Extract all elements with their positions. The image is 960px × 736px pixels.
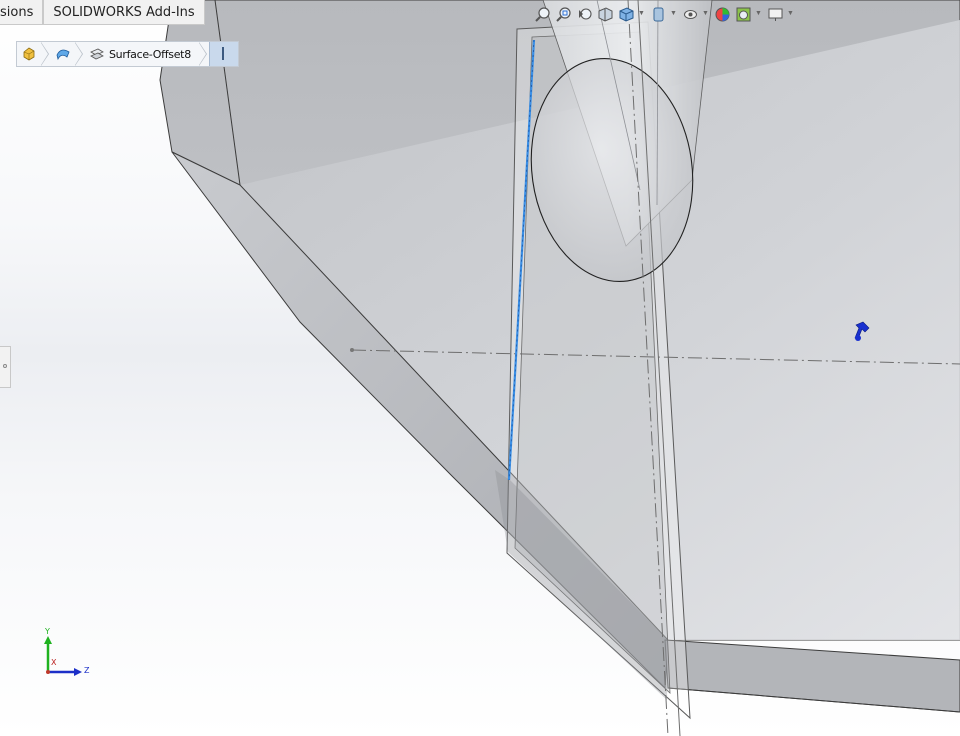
hide-show-items-icon[interactable]: [681, 4, 699, 24]
graphics-area[interactable]: sions SOLIDWORKS Add-Ins Surface-Offset8: [0, 0, 960, 736]
breadcrumb: Surface-Offset8: [16, 41, 239, 67]
zoom-to-area-icon[interactable]: [554, 4, 572, 24]
hide-show-caret[interactable]: ▼: [702, 4, 709, 24]
display-style-icon[interactable]: [649, 4, 667, 24]
command-manager-tabs: sions SOLIDWORKS Add-Ins: [0, 0, 205, 26]
rim-face[interactable]: [664, 639, 960, 713]
heads-up-view-toolbar: ▼ ▼ ▼ ▼ ▼: [533, 3, 798, 25]
panel-collapse-handle[interactable]: [0, 346, 11, 388]
view-orientation-caret[interactable]: ▼: [638, 4, 645, 24]
tab-solidworks-add-ins[interactable]: SOLIDWORKS Add-Ins: [43, 0, 205, 25]
reference-triad[interactable]: Y X Z: [38, 624, 98, 684]
surface-feature-icon: [56, 49, 70, 61]
surface-offset-icon: [90, 48, 104, 60]
breadcrumb-surface[interactable]: [51, 42, 75, 66]
section-view-icon[interactable]: [596, 4, 614, 24]
triad-x-label: X: [51, 658, 57, 667]
triad-y-label: Y: [45, 627, 50, 636]
tab-extensions[interactable]: sions: [0, 0, 44, 25]
breadcrumb-part[interactable]: [17, 42, 41, 66]
previous-view-icon[interactable]: [575, 4, 593, 24]
zoom-to-fit-icon[interactable]: [533, 4, 551, 24]
view-settings-caret[interactable]: ▼: [787, 4, 794, 24]
triad-z-label: Z: [84, 666, 90, 675]
breadcrumb-surface-offset[interactable]: Surface-Offset8: [85, 42, 199, 66]
breadcrumb-label: Surface-Offset8: [109, 47, 191, 61]
edit-appearance-icon[interactable]: [713, 4, 731, 24]
view-settings-icon[interactable]: [766, 4, 784, 24]
part-icon: [23, 47, 35, 61]
model-view[interactable]: [0, 0, 960, 736]
apply-scene-caret[interactable]: ▼: [755, 4, 762, 24]
display-style-caret[interactable]: ▼: [670, 4, 677, 24]
view-orientation-icon[interactable]: [617, 4, 635, 24]
edge-selection-icon[interactable]: [208, 42, 238, 66]
apply-scene-icon[interactable]: [734, 4, 752, 24]
